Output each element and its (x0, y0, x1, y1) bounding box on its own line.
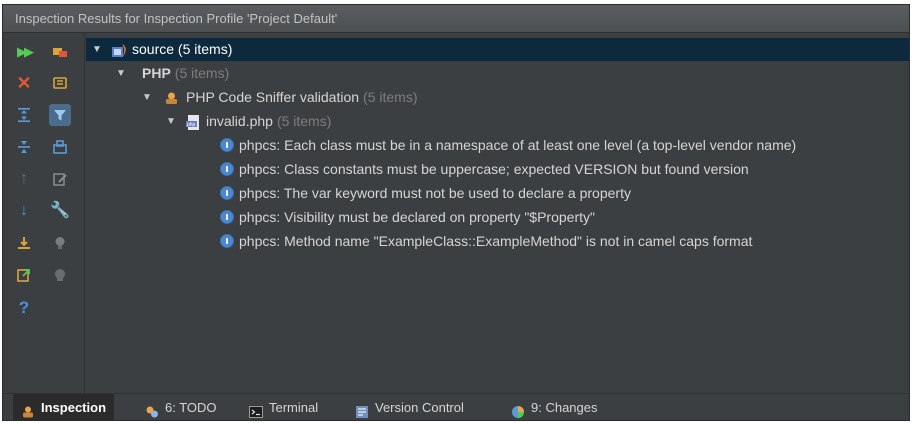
previous-icon[interactable]: ↑ (13, 168, 35, 190)
issue-text: phpcs: Class constants must be uppercase… (239, 161, 749, 177)
file-count: (5 items) (276, 113, 332, 129)
tree-issue-row[interactable]: phpcs: Each class must be in a namespace… (86, 134, 909, 157)
tab-label: Version Control (375, 400, 464, 415)
tree-issue-row[interactable]: phpcs: Visibility must be declared on pr… (86, 206, 909, 229)
tree-node-file[interactable]: ▼ php invalid.php (5 items) (86, 110, 909, 133)
tree-node-code-sniffer[interactable]: ▼ PHP Code Sniffer validation (5 items) (86, 86, 909, 109)
node-php-label: PHP (5 items) (142, 62, 229, 85)
info-icon (220, 138, 234, 152)
source-count: (5 items) (177, 41, 233, 57)
node-source-label: source (5 items) (132, 38, 232, 61)
changes-icon (511, 401, 525, 418)
tree-issue-row[interactable]: phpcs: Method name "ExampleClass::Exampl… (86, 230, 909, 253)
info-icon (220, 162, 234, 176)
php-count: (5 items) (174, 65, 230, 81)
wrench-icon[interactable]: 🔧 (49, 200, 71, 222)
next-icon[interactable]: ↓ (13, 200, 35, 222)
php-name: PHP (142, 65, 171, 81)
tree-node-php[interactable]: ▼ PHP (5 items) (86, 62, 909, 85)
tool-window-bar: Inspection 6: TODO Terminal Version Cont… (3, 393, 909, 420)
info-icon (220, 210, 234, 224)
group-by-directory-icon[interactable] (49, 72, 71, 94)
import-icon[interactable] (13, 264, 35, 286)
source-folder-icon (112, 42, 127, 57)
issue-text: phpcs: Method name "ExampleClass::Exampl… (239, 233, 753, 249)
inspection-toolbar: ▶▶ ✕ ↑ ↓ ? 🔧 (3, 34, 85, 394)
info-icon (220, 234, 234, 248)
file-name: invalid.php (206, 113, 273, 129)
tab-label: 6: TODO (165, 400, 217, 415)
tab-changes[interactable]: 9: Changes (503, 394, 606, 420)
suppress-icon[interactable] (49, 264, 71, 286)
run-icon[interactable]: ▶▶ (13, 40, 35, 62)
sniffer-name: PHP Code Sniffer validation (186, 89, 360, 105)
issue-text: phpcs: Each class must be in a namespace… (239, 137, 797, 153)
tab-inspection[interactable]: Inspection (13, 394, 115, 420)
close-icon[interactable]: ✕ (13, 72, 35, 94)
issue-text: phpcs: Visibility must be declared on pr… (239, 209, 595, 225)
tab-terminal[interactable]: Terminal (241, 394, 326, 420)
expand-arrow-icon[interactable]: ▼ (116, 62, 126, 85)
sniffer-count: (5 items) (363, 89, 418, 105)
todo-icon (145, 401, 159, 417)
group-by-severity-icon[interactable] (49, 40, 71, 62)
inspection-window: Inspection Results for Inspection Profil… (2, 4, 910, 421)
expand-arrow-icon[interactable]: ▼ (142, 86, 152, 109)
tree-node-source[interactable]: ▼ source (5 items) (86, 38, 909, 61)
export-icon[interactable] (13, 232, 35, 254)
window-title: Inspection Results for Inspection Profil… (3, 5, 909, 33)
bulb-icon[interactable] (49, 232, 71, 254)
node-sniffer-label: PHP Code Sniffer validation (5 items) (186, 86, 417, 109)
tab-label: 9: Changes (531, 400, 598, 415)
svg-text:php: php (187, 122, 196, 128)
results-tree[interactable]: ▼ source (5 items) ▼ PHP (5 items) ▼ PHP … (86, 34, 909, 394)
node-file-label: invalid.php (5 items) (206, 110, 331, 133)
tab-version-control[interactable]: Version Control (347, 394, 472, 420)
filter-icon[interactable] (49, 104, 71, 126)
tree-issue-row[interactable]: phpcs: The var keyword must not be used … (86, 182, 909, 205)
module-icon[interactable] (49, 136, 71, 158)
help-icon[interactable]: ? (13, 296, 35, 318)
expand-all-icon[interactable] (13, 104, 35, 126)
tree-issue-row[interactable]: phpcs: Class constants must be uppercase… (86, 158, 909, 181)
version-control-icon (355, 401, 369, 418)
terminal-icon (249, 401, 263, 418)
tab-label: Inspection (41, 400, 107, 415)
tab-todo[interactable]: 6: TODO (137, 394, 225, 420)
info-icon (220, 186, 234, 200)
php-file-icon: php (186, 114, 201, 130)
collapse-all-icon[interactable] (13, 136, 35, 158)
issue-text: phpcs: The var keyword must not be used … (239, 185, 631, 201)
expand-arrow-icon[interactable]: ▼ (166, 110, 176, 133)
edit-settings-icon[interactable] (49, 168, 71, 190)
source-name: source (132, 41, 175, 57)
tab-label: Terminal (269, 400, 319, 415)
expand-arrow-icon[interactable]: ▼ (92, 38, 102, 61)
inspection-icon (21, 401, 35, 417)
inspection-tool-icon (164, 90, 179, 105)
